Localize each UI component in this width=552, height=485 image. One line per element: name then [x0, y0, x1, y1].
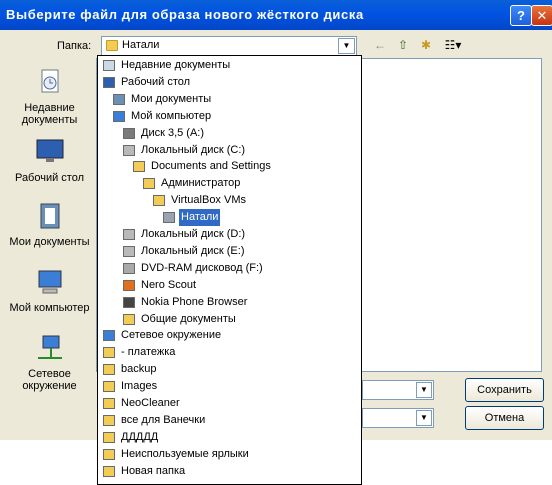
drive-icon [123, 144, 135, 156]
drive-icon [123, 229, 135, 240]
dropdown-item-label: Диск 3,5 (A:) [141, 126, 205, 139]
folder-icon [143, 178, 155, 190]
dropdown-item-label: NeoCleaner [121, 397, 180, 409]
new-folder-icon[interactable]: ✱ [418, 38, 434, 53]
lookin-dropdown-list[interactable]: Недавние документы Рабочий стол Мои докуме… [97, 55, 362, 485]
close-button[interactable]: ✕ [531, 5, 552, 26]
my-computer-icon [38, 270, 61, 294]
dropdown-item-label: Локальный диск (D:) [141, 228, 246, 240]
place-label: Недавние документы [21, 102, 78, 126]
my-documents-icon [40, 203, 59, 229]
desktop-icon [103, 76, 115, 88]
filename-field[interactable]: ▼ [362, 380, 434, 400]
help-button[interactable]: ? [510, 5, 532, 26]
folder-icon [103, 431, 115, 443]
title-bar[interactable]: Выберите файл для образа нового жёсткого… [0, 0, 552, 30]
network-icon [37, 335, 62, 359]
folder-icon [103, 364, 115, 376]
place-recent[interactable]: Недавние документы [3, 68, 96, 126]
dropdown-item-label: Мой компьютер [131, 109, 212, 122]
views-menu-icon[interactable]: ☷▾ [441, 38, 465, 53]
lookin-value: Натали [122, 39, 160, 51]
folder-icon [103, 398, 115, 409]
chevron-down-icon[interactable]: ▼ [416, 382, 432, 398]
folder-icon [123, 313, 135, 325]
dropdown-item-label: backup [121, 363, 157, 376]
dropdown-item-label: Общие документы [141, 312, 236, 325]
place-my-computer[interactable]: Мой компьютер [3, 268, 96, 314]
place-network[interactable]: Сетевое окружение [3, 334, 96, 392]
phone-icon [123, 296, 135, 308]
computer-icon [113, 110, 125, 122]
place-desktop[interactable]: Рабочий стол [3, 138, 96, 184]
places-bar: Недавние документы Рабочий стол Мои доку… [3, 60, 96, 408]
folder-icon [103, 448, 115, 460]
place-label: Мои документы [9, 236, 90, 248]
dropdown-item-label: VirtualBox VMs [171, 194, 246, 207]
place-my-documents[interactable]: Мои документы [3, 202, 96, 248]
lookin-label: Папка: [57, 40, 92, 52]
filetype-field[interactable]: ▼ [362, 408, 434, 428]
dropdown-item-label: Images [121, 380, 158, 393]
chevron-down-icon[interactable]: ▼ [416, 410, 432, 426]
drive-icon [123, 245, 135, 257]
folder-icon [153, 195, 165, 207]
dvd-icon [123, 262, 135, 274]
dropdown-item-label: Рабочий стол [121, 75, 191, 88]
dropdown-item-label: все для Ванечки [121, 413, 206, 426]
dropdown-item-label: Локальный диск (E:) [141, 244, 245, 257]
dropdown-item-label: Documents and Settings [151, 160, 271, 173]
folder-icon [133, 161, 145, 173]
dialog-title: Выберите файл для образа нового жёсткого… [6, 7, 364, 22]
place-label: Рабочий стол [14, 172, 85, 184]
dropdown-item-label: Новая папка [121, 464, 186, 477]
place-label: Мой компьютер [9, 302, 90, 314]
folder-icon [103, 347, 115, 359]
folder-icon [103, 414, 115, 426]
dropdown-item-label: Локальный диск (C:) [141, 143, 246, 156]
dropdown-item-label: Мои документы [131, 92, 212, 105]
network-icon [103, 330, 115, 342]
desktop-icon [36, 139, 63, 162]
dropdown-item-label: ДДДДД [121, 430, 159, 443]
dropdown-item-label: Натали [179, 209, 221, 227]
floppy-icon [123, 127, 135, 139]
up-folder-icon[interactable]: ⇧ [395, 38, 411, 53]
place-label: Сетевое окружение [22, 368, 77, 392]
folder-gray-icon [163, 212, 175, 224]
folder-icon [106, 40, 118, 51]
folder-icon [103, 381, 115, 393]
chevron-down-icon[interactable]: ▼ [338, 38, 355, 54]
cancel-button[interactable]: Отмена [465, 406, 544, 430]
dropdown-item-label: Неиспользуемые ярлыки [121, 447, 249, 460]
lookin-combo[interactable]: Натали ▼ [101, 36, 357, 56]
dropdown-item-label: Nokia Phone Browser [141, 295, 248, 308]
dropdown-item-label: Nero Scout [141, 278, 197, 291]
nero-icon [123, 279, 135, 291]
dropdown-item-label: DVD-RAM дисковод (F:) [141, 261, 263, 274]
my-documents-icon [113, 93, 125, 105]
recent-documents-icon [41, 69, 58, 93]
back-icon[interactable]: ← [372, 38, 388, 53]
dropdown-item-label: Сетевое окружение [121, 329, 222, 342]
dropdown-item-label: - платежка [121, 346, 176, 359]
recent-icon [103, 60, 115, 71]
dropdown-item-label: Недавние документы [121, 59, 231, 71]
folder-icon [103, 465, 115, 477]
save-button[interactable]: Сохранить [465, 378, 544, 402]
dropdown-item-label: Администратор [161, 177, 241, 190]
